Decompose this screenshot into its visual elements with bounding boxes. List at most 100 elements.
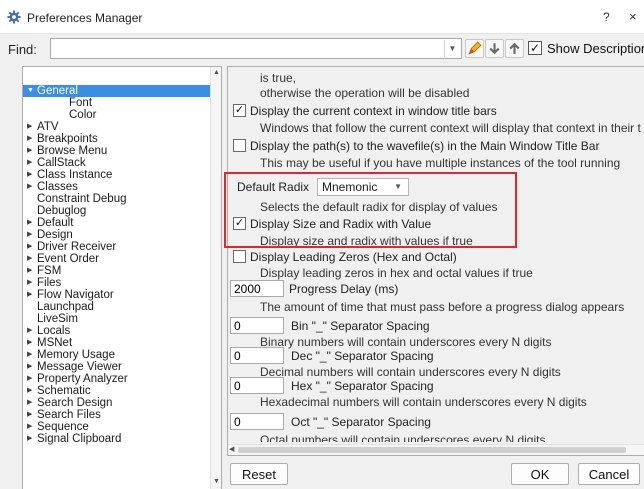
tree-item-callstack[interactable]: ▶ CallStack [23, 157, 86, 169]
options-panel: is true, otherwise the operation will be… [227, 66, 644, 456]
reset-button[interactable]: Reset [230, 463, 288, 485]
progress-delay-label: Progress Delay (ms) [289, 282, 399, 296]
tree-item-sequence[interactable]: ▶ Sequence [23, 421, 89, 433]
expand-arrow-icon[interactable]: ▶ [27, 253, 37, 265]
display-path-label: Display the path(s) to the wavefile(s) i… [250, 139, 600, 153]
tree-item-signal-clipboard[interactable]: ▶ Signal Clipboard [23, 433, 121, 445]
display-path-checkbox[interactable] [233, 139, 246, 152]
tree-item-label: General [37, 85, 78, 97]
expand-arrow-icon[interactable]: ▶ [27, 157, 37, 169]
leading-zeros-desc: Display leading zeros in hex and octal v… [260, 266, 533, 280]
scroll-left-icon[interactable]: ◀ [229, 445, 234, 453]
show-descriptions-checkbox[interactable]: ✓ [528, 41, 542, 55]
tree-item-general[interactable]: ▼ General [23, 85, 211, 97]
oct-separator-input[interactable] [230, 413, 284, 430]
scroll-down-icon[interactable]: ▼ [213, 478, 220, 485]
expand-arrow-icon[interactable]: ▶ [27, 421, 37, 433]
bin-separator-label: Bin "_" Separator Spacing [291, 319, 430, 333]
expand-arrow-icon[interactable]: ▶ [27, 373, 37, 385]
tree-item-classes[interactable]: ▶ Classes [23, 181, 78, 193]
expand-arrow-icon[interactable]: ▶ [27, 217, 37, 229]
highlight-button[interactable] [465, 39, 484, 58]
expand-arrow-icon[interactable]: ▶ [27, 265, 37, 277]
expand-arrow-icon[interactable]: ▶ [27, 361, 37, 373]
chevron-down-icon: ▼ [394, 182, 402, 191]
find-previous-button[interactable] [505, 39, 524, 58]
tree-item-search-design[interactable]: ▶ Search Design [23, 397, 112, 409]
tree-scrollbar[interactable]: ▲ ▼ [210, 67, 221, 489]
bin-separator-desc: Binary numbers will contain underscores … [260, 335, 552, 349]
tree-item-property-analyzer[interactable]: ▶ Property Analyzer [23, 373, 128, 385]
expand-arrow-icon[interactable]: ▶ [27, 325, 37, 337]
expand-arrow-icon[interactable]: ▶ [27, 433, 37, 445]
tree-item-driver-receiver[interactable]: ▶ Driver Receiver [23, 241, 116, 253]
find-next-button[interactable] [485, 39, 504, 58]
tree-item-color[interactable]: Color [23, 109, 96, 121]
display-size-checkbox[interactable]: ✓ [233, 217, 246, 230]
scrollbar-thumb[interactable] [238, 447, 626, 453]
expand-arrow-icon[interactable]: ▶ [27, 289, 37, 301]
ok-button[interactable]: OK [511, 463, 569, 485]
progress-delay-input[interactable] [230, 280, 284, 297]
tree-item-schematic[interactable]: ▶ Schematic [23, 385, 91, 397]
tree-item-fsm[interactable]: ▶ FSM [23, 265, 61, 277]
display-path-desc: This may be useful if you have multiple … [260, 156, 621, 170]
expand-arrow-icon[interactable]: ▶ [27, 145, 37, 157]
hex-separator-label: Hex "_" Separator Spacing [291, 379, 434, 393]
tree-item-message-viewer[interactable]: ▶ Message Viewer [23, 361, 122, 373]
collapse-arrow-icon[interactable]: ▼ [27, 85, 37, 97]
dec-separator-input[interactable] [230, 347, 284, 364]
tree-item-default[interactable]: ▶ Default [23, 217, 73, 229]
tree-item-msnet[interactable]: ▶ MSNet [23, 337, 72, 349]
tree-item-label: Design [37, 229, 73, 241]
tree-item-design[interactable]: ▶ Design [23, 229, 73, 241]
tree-item-class-instance[interactable]: ▶ Class Instance [23, 169, 112, 181]
find-input[interactable] [50, 38, 462, 59]
tree-item-files[interactable]: ▶ Files [23, 277, 61, 289]
arrow-down-icon [489, 43, 500, 55]
expand-arrow-icon[interactable]: ▶ [27, 133, 37, 145]
tree-item-label: FSM [37, 265, 62, 277]
tree-item-label: CallStack [37, 157, 86, 169]
tree-item-atv[interactable]: ▶ ATV [23, 121, 59, 133]
display-context-checkbox[interactable]: ✓ [233, 104, 246, 117]
scroll-up-icon[interactable]: ▲ [213, 69, 220, 76]
expand-arrow-icon[interactable]: ▶ [27, 229, 37, 241]
tree-item-livesim[interactable]: LiveSim [23, 313, 78, 325]
tree-item-label: Constraint Debug [37, 193, 127, 205]
expand-arrow-icon[interactable]: ▶ [27, 337, 37, 349]
tree-item-launchpad[interactable]: Launchpad [23, 301, 94, 313]
tree-item-event-order[interactable]: ▶ Event Order [23, 253, 99, 265]
tree-item-font[interactable]: Font [23, 97, 92, 109]
tree-item-locals[interactable]: ▶ Locals [23, 325, 70, 337]
close-button[interactable]: × [629, 9, 637, 24]
expand-arrow-icon[interactable]: ▶ [27, 397, 37, 409]
expand-arrow-icon[interactable]: ▶ [27, 121, 37, 133]
tree-item-label: ATV [37, 121, 59, 133]
help-button[interactable]: ? [603, 10, 610, 24]
bin-separator-input[interactable] [230, 317, 284, 334]
tree-item-constraint-debug[interactable]: Constraint Debug [23, 193, 127, 205]
expand-arrow-icon[interactable]: ▶ [27, 169, 37, 181]
cancel-button[interactable]: Cancel [578, 463, 640, 485]
tree-item-browse-menu[interactable]: ▶ Browse Menu [23, 145, 107, 157]
tree-item-debuglog[interactable]: Debuglog [23, 205, 86, 217]
expand-arrow-icon[interactable]: ▶ [27, 409, 37, 421]
options-horizontal-scrollbar[interactable]: ◀ [228, 444, 644, 455]
expand-arrow-icon[interactable]: ▶ [27, 349, 37, 361]
expand-arrow-icon[interactable]: ▶ [27, 385, 37, 397]
tree-item-label: Debuglog [37, 205, 87, 217]
chevron-down-icon[interactable]: ▼ [444, 40, 460, 57]
tree-item-breakpoints[interactable]: ▶ Breakpoints [23, 133, 98, 145]
title-bar: Preferences Manager ? × [0, 0, 644, 34]
tree-item-search-files[interactable]: ▶ Search Files [23, 409, 101, 421]
hex-separator-input[interactable] [230, 377, 284, 394]
expand-arrow-icon[interactable]: ▶ [27, 181, 37, 193]
tree-item-memory-usage[interactable]: ▶ Memory Usage [23, 349, 115, 361]
expand-arrow-icon[interactable]: ▶ [27, 241, 37, 253]
expand-arrow-icon[interactable]: ▶ [27, 277, 37, 289]
tree-item-flow-navigator[interactable]: ▶ Flow Navigator [23, 289, 114, 301]
default-radix-select[interactable]: Mnemonic ▼ [317, 178, 409, 196]
leading-zeros-checkbox[interactable] [233, 250, 246, 263]
tree-item-label: Driver Receiver [37, 241, 117, 253]
